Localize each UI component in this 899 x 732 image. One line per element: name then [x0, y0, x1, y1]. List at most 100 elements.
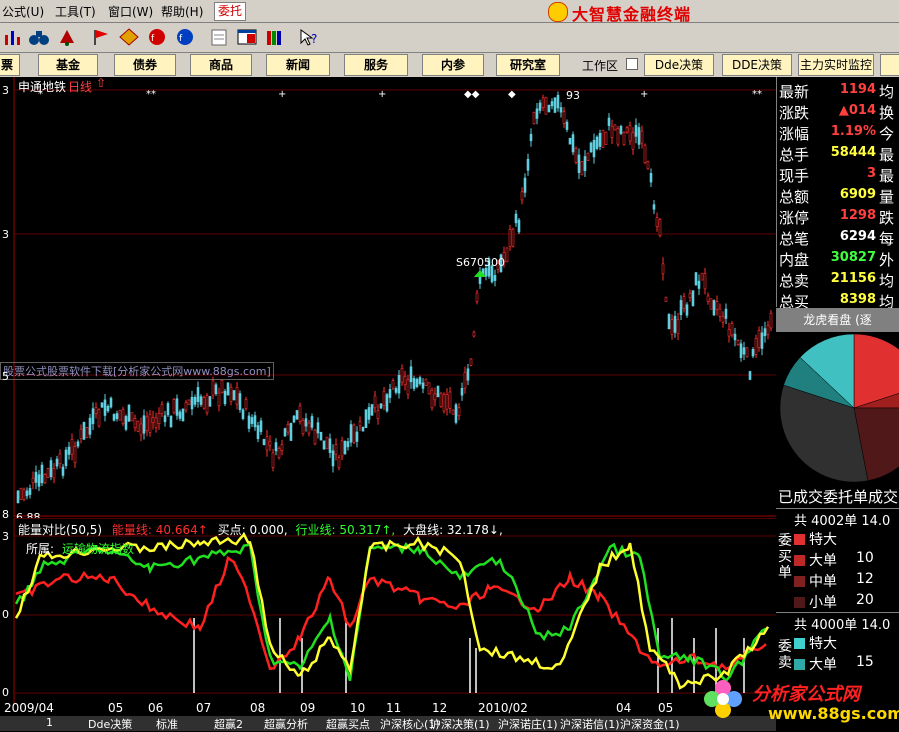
candle-body	[589, 142, 593, 153]
order-swatch	[794, 659, 805, 670]
candle-body	[712, 300, 716, 316]
order-size-label: 特大	[809, 636, 837, 652]
candle-body	[112, 414, 116, 421]
candle-body	[733, 333, 737, 341]
quote-value: 1298	[839, 208, 876, 223]
nav-button-commodity[interactable]: 商品	[190, 54, 252, 76]
nav-button-inside[interactable]: 内参	[422, 54, 484, 76]
entrust-button[interactable]: 委托	[214, 2, 246, 21]
diamond-icon[interactable]	[118, 27, 140, 47]
candle-body	[508, 229, 512, 247]
signal-marker: ◆◆	[464, 89, 480, 100]
candle-body	[244, 399, 248, 409]
formula-tab[interactable]: 沪深诺庄(1)	[498, 716, 558, 732]
candle-body	[160, 404, 164, 415]
window-icon[interactable]	[236, 27, 258, 47]
candle-body	[118, 409, 122, 421]
formula-tabs: 1 Dde决策 标准 超赢2 超赢分析 超赢买点 沪深核心(1) 沪深决策(1) 沪深诺庄(1)…	[0, 716, 776, 731]
candle-body	[187, 399, 191, 405]
quote-row: 最新 1194 均	[777, 79, 899, 101]
formula-tab[interactable]: 标准	[156, 716, 178, 732]
formula-tab[interactable]: Dde决策	[88, 716, 132, 732]
buy-point-value: 买点: 0.000,	[217, 523, 288, 537]
candle-body	[751, 349, 755, 357]
candle-body	[220, 380, 224, 393]
candle-body	[301, 420, 305, 435]
f10-blue-icon[interactable]: f	[174, 27, 196, 47]
quote-row: 涨跌 ▲014 换	[777, 100, 899, 122]
candle-body	[691, 290, 695, 307]
brand-title: 大智慧金融终端	[572, 5, 692, 24]
help-pointer-icon[interactable]: ?	[298, 27, 320, 47]
f10-red-icon[interactable]: f	[146, 27, 168, 47]
bar-chart-icon[interactable]	[2, 27, 24, 47]
candle-body	[253, 415, 257, 428]
candle-body	[394, 388, 398, 393]
candle-body	[199, 396, 203, 405]
period-label[interactable]: 日线	[68, 78, 92, 95]
dragon-panel-title[interactable]: 龙虎看盘 (逐	[776, 308, 899, 332]
formula-tab[interactable]: 超赢2	[214, 716, 243, 732]
formula-tab[interactable]: 超赢分析	[264, 716, 308, 732]
month-label: 2010/02	[478, 701, 528, 715]
formula-tab[interactable]: 沪深资金(1)	[620, 716, 680, 732]
alarm-icon[interactable]	[56, 27, 78, 47]
quote-row: 总卖 21156 均	[777, 268, 899, 290]
flag-icon[interactable]	[90, 27, 112, 47]
indicator-title: 能量对比(50,5)	[18, 523, 103, 537]
candle-body	[163, 415, 167, 423]
formula-tab[interactable]: 沪深决策(1)	[430, 716, 490, 732]
candle-body	[43, 473, 47, 484]
menu-formula[interactable]: 公式(U)	[2, 3, 44, 20]
buy-orders-box: 共 4002单 14.0 委买单 特大 大单 10 中单 12 小单 20	[776, 508, 899, 613]
quote-label: 总卖	[779, 272, 810, 290]
nav-button-stocks[interactable]: 票	[0, 54, 20, 76]
candle-body	[577, 154, 581, 173]
formula-tab[interactable]: 超赢买点	[326, 716, 370, 732]
nav-button-dde1[interactable]: Dde决策	[644, 54, 714, 76]
formula-tab[interactable]: 沪深诺信(1)	[560, 716, 620, 732]
menu-window[interactable]: 窗口(W)	[108, 3, 153, 20]
nav-button-fund[interactable]: 基金	[38, 54, 98, 76]
nav-button-research[interactable]: 研究室	[496, 54, 560, 76]
menu-help[interactable]: 帮助(H)	[161, 3, 203, 20]
nav-button-dde2[interactable]: DDE决策	[722, 54, 792, 76]
quote-label: 涨跌	[779, 104, 810, 122]
svg-text:?: ?	[311, 32, 317, 46]
nav-button-bond[interactable]: 债券	[114, 54, 176, 76]
candle-body	[715, 301, 719, 310]
candle-body	[655, 217, 659, 227]
notepad-icon[interactable]	[208, 27, 230, 47]
candle-body	[22, 489, 26, 500]
candle-body	[28, 488, 32, 495]
books-icon[interactable]	[264, 27, 286, 47]
candle-body	[709, 298, 713, 310]
candle-body	[637, 127, 641, 145]
order-swatch	[794, 597, 805, 608]
candle-body	[613, 124, 617, 131]
quote-value: 1194	[839, 82, 876, 97]
candle-body	[169, 415, 173, 428]
nav-button-service[interactable]: 服务	[344, 54, 408, 76]
candle-body	[67, 446, 71, 455]
workspace-checkbox[interactable]	[626, 58, 638, 70]
order-swatch	[794, 555, 805, 566]
nav-button-news[interactable]: 新闻	[266, 54, 330, 76]
nav-button-more[interactable]	[880, 54, 899, 76]
quote-ext-label: 最	[879, 146, 895, 164]
workspace-label[interactable]: 工作区	[582, 57, 618, 74]
candle-body	[16, 490, 20, 504]
menu-tools[interactable]: 工具(T)	[55, 3, 96, 20]
candlestick-chart[interactable]: * ** + + ◆◆ ◆ + **	[0, 77, 776, 517]
quote-ext-label: 跌	[879, 209, 895, 227]
candle-body	[679, 300, 683, 316]
candle-body	[568, 137, 572, 145]
quote-ext-label: 最	[879, 167, 895, 185]
binoculars-icon[interactable]	[28, 27, 50, 47]
candle-body	[286, 424, 290, 433]
candle-body	[247, 415, 251, 429]
candle-body	[52, 468, 56, 479]
candle-body	[334, 444, 338, 455]
nav-button-monitor[interactable]: 主力实时监控	[798, 54, 874, 76]
formula-tab[interactable]: 1	[46, 716, 53, 729]
